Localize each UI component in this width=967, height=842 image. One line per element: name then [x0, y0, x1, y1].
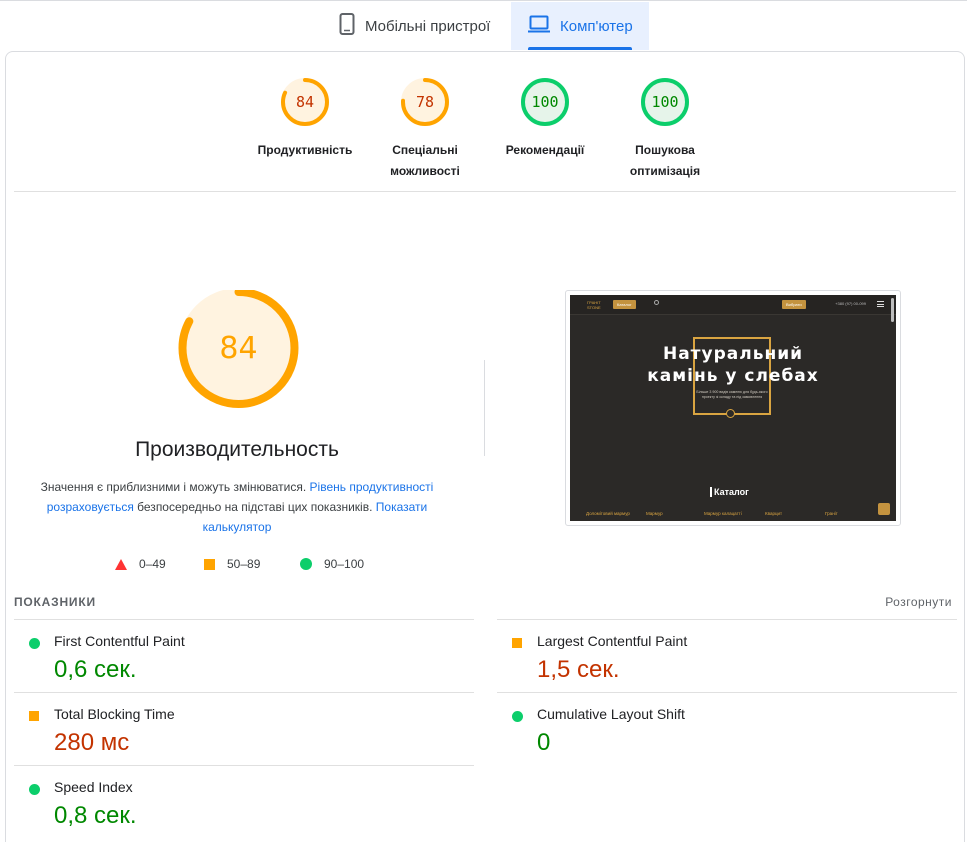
metric-value: 0,8 сек. — [54, 802, 137, 829]
screenshot-subtext: Більше 3 900 видів каменю для будь-якого… — [696, 390, 768, 399]
menu-icon — [877, 301, 884, 307]
orange-square-icon — [204, 558, 215, 570]
tab-mobile[interactable]: Мобільні пристрої — [333, 2, 511, 50]
screenshot-logo: ГРАНІТ STONE — [587, 300, 601, 310]
search-icon — [654, 300, 659, 305]
screenshot-category: Кварцит — [765, 511, 783, 516]
orange-square-icon — [29, 711, 39, 721]
description-text: безпосередньо на підставі цих показників… — [133, 500, 376, 514]
metric-value: 1,5 сек. — [537, 656, 620, 683]
gauge-score: 100 — [531, 93, 559, 111]
device-tabs: Мобільні пристрої Комп'ютер — [0, 2, 967, 50]
screenshot-category: Доломітовий мармур — [586, 511, 630, 516]
screenshot-content: ГРАНІТ STONE Каталог Вибрати +380 (97) 0… — [570, 295, 896, 521]
screenshot-order-button: Вибрати — [782, 300, 806, 309]
metric-name: Largest Contentful Paint — [537, 633, 688, 649]
description-text: Значення є приблизними і можуть змінюват… — [40, 480, 310, 494]
orange-square-icon — [512, 638, 522, 648]
gauge-accessibility[interactable]: 78 Спеціальні можливості — [365, 76, 485, 182]
gauge-best-practices[interactable]: 100 Рекомендації — [485, 76, 605, 161]
metric-name: Speed Index — [54, 779, 133, 795]
final-screenshot[interactable]: ГРАНІТ STONE Каталог Вибрати +380 (97) 0… — [565, 290, 901, 526]
screenshot-catalog-button: Каталог — [613, 300, 636, 309]
gauge-score: 84 — [295, 93, 315, 111]
tab-desktop-label: Комп'ютер — [560, 17, 633, 35]
report-card: 84 Продуктивність 78 Спеціальні можливос… — [5, 51, 965, 842]
green-circle-icon — [29, 784, 40, 795]
legend-fail: 0–49 — [115, 557, 166, 571]
gauge-score: 78 — [415, 93, 435, 111]
vertical-divider — [484, 360, 485, 456]
top-divider — [0, 0, 967, 1]
legend-average: 50–89 — [204, 557, 260, 571]
metric-name: Total Blocking Time — [54, 706, 175, 722]
section-divider — [14, 191, 956, 192]
metric-value: 0 — [537, 729, 551, 756]
gauge-label: Рекомендації — [505, 143, 585, 157]
headline-line: Натуральний — [662, 344, 804, 364]
metrics-header: ПОКАЗНИКИ Розгорнути — [14, 595, 956, 615]
metric-fcp: First Contentful Paint 0,6 сек. — [14, 619, 474, 692]
metric-cls: Cumulative Layout Shift 0 — [497, 692, 957, 765]
metric-speed-index: Speed Index 0,8 сек. — [14, 765, 474, 838]
green-circle-icon — [300, 558, 312, 570]
legend-range: 90–100 — [324, 557, 365, 571]
laptop-icon — [528, 15, 550, 37]
gauge-label: Пошукова оптимізація — [629, 143, 701, 178]
performance-gauge: 84 — [176, 288, 301, 415]
metric-value: 0,6 сек. — [54, 656, 137, 683]
screenshot-category: Мармур калацатті — [704, 511, 742, 516]
metric-lcp: Largest Contentful Paint 1,5 сек. — [497, 619, 957, 692]
metric-name: First Contentful Paint — [54, 633, 185, 649]
screenshot-scrollbar — [891, 298, 894, 322]
score-legend: 0–49 50–89 90–100 — [106, 557, 386, 573]
chat-icon — [878, 503, 890, 515]
screenshot-categories: Доломітовий мармур Мармур Мармур калацат… — [570, 509, 896, 521]
metric-value: 280 мс — [54, 729, 130, 756]
gauge-performance[interactable]: 84 Продуктивність — [245, 76, 365, 161]
performance-score: 84 — [219, 331, 258, 366]
tab-desktop[interactable]: Комп'ютер — [511, 2, 649, 50]
gauge-label: Продуктивність — [257, 143, 353, 157]
smartphone-icon — [339, 13, 355, 39]
screenshot-navbar: ГРАНІТ STONE Каталог Вибрати +380 (97) 0… — [570, 295, 896, 315]
active-tab-indicator — [528, 47, 632, 50]
screenshot-phone: +380 (97) 00-099 — [835, 301, 866, 306]
green-circle-icon — [512, 711, 523, 722]
headline-line: камінь у слебах — [647, 366, 819, 386]
screenshot-catalog-heading: Каталог — [710, 487, 749, 497]
legend-range: 0–49 — [139, 557, 166, 571]
performance-title: Производительность — [135, 438, 339, 461]
metric-tbt: Total Blocking Time 280 мс — [14, 692, 474, 765]
gauge-label: Спеціальні можливості — [390, 143, 460, 178]
metric-name: Cumulative Layout Shift — [537, 706, 685, 722]
screenshot-category: Граніт — [825, 511, 838, 516]
tab-mobile-label: Мобільні пристрої — [365, 17, 491, 35]
metrics-title: ПОКАЗНИКИ — [14, 595, 96, 609]
arrow-down-icon — [726, 409, 735, 418]
red-triangle-icon — [115, 558, 127, 570]
expand-toggle[interactable]: Розгорнути — [885, 595, 952, 609]
screenshot-headline: Натуральний камінь у слебах — [570, 343, 896, 387]
legend-pass: 90–100 — [300, 557, 364, 571]
performance-description: Значення є приблизними і можуть змінюват… — [36, 477, 438, 537]
gauge-score: 100 — [651, 93, 679, 111]
legend-range: 50–89 — [227, 557, 261, 571]
green-circle-icon — [29, 638, 40, 649]
gauge-seo[interactable]: 100 Пошукова оптимізація — [605, 76, 725, 182]
category-gauges: 84 Продуктивність 78 Спеціальні можливос… — [6, 76, 966, 178]
screenshot-category: Мармур — [646, 511, 663, 516]
